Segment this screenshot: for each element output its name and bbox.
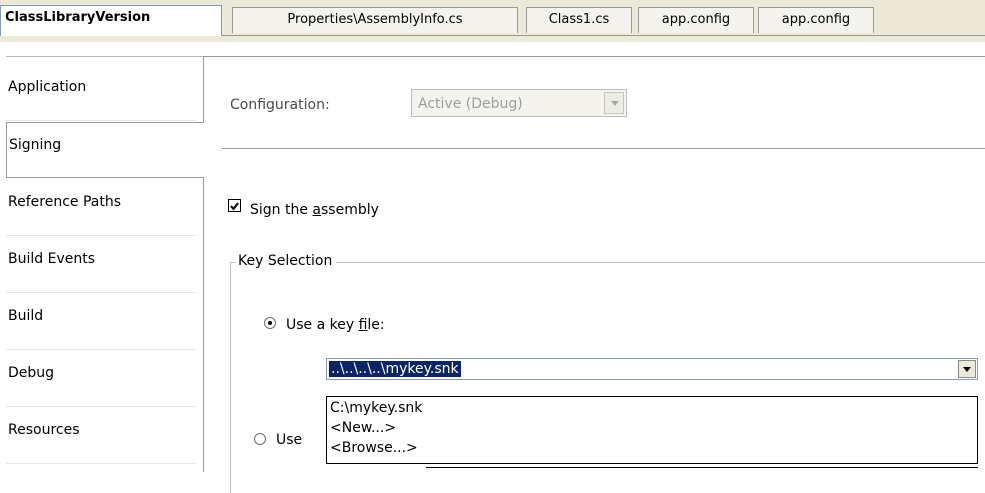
underlying-field-edge — [426, 467, 978, 468]
nav-item-debug[interactable]: Debug — [6, 351, 196, 407]
key-file-combobox[interactable]: ..\..\..\..\mykey.snk — [326, 358, 978, 380]
configuration-dropdown-button[interactable] — [604, 92, 624, 114]
dropdown-option-browse[interactable]: <Browse...> — [330, 439, 418, 457]
sign-assembly-label[interactable]: Sign the assembly — [250, 202, 379, 218]
use-key-file-radio[interactable] — [264, 317, 276, 329]
nav-item-build-events[interactable]: Build Events — [6, 237, 196, 293]
dropdown-option-new[interactable]: <New...> — [330, 419, 396, 437]
key-file-selected-text[interactable]: ..\..\..\..\mykey.snk — [329, 361, 461, 377]
nav-item-resources[interactable]: Resources — [6, 408, 196, 464]
configuration-select[interactable]: Active (Debug) — [411, 89, 627, 117]
chevron-down-icon — [963, 367, 971, 372]
configuration-label: Configuration: — [230, 97, 330, 113]
document-tab-strip: ClassLibraryVersion Properties\AssemblyI… — [0, 0, 985, 42]
nav-item-reference-paths[interactable]: Reference Paths — [6, 180, 196, 236]
key-selection-title: Key Selection — [236, 253, 337, 269]
nav-item-signing[interactable]: Signing — [6, 122, 204, 178]
chevron-down-icon — [611, 101, 619, 106]
tab-assemblyinfo[interactable]: Properties\AssemblyInfo.cs — [232, 7, 518, 33]
sign-assembly-checkbox[interactable] — [228, 199, 241, 212]
nav-top-divider — [6, 56, 203, 57]
use-other-radio[interactable] — [254, 433, 266, 445]
nav-item-build[interactable]: Build — [6, 294, 196, 350]
tab-classlibraryversion[interactable]: ClassLibraryVersion — [0, 5, 222, 36]
sign-assembly-label-suffix: ssembly — [321, 202, 379, 218]
signing-page: Configuration: Active (Debug) Sign the a… — [204, 56, 985, 493]
designer-nav: Application Signing Reference Paths Buil… — [0, 56, 204, 472]
checkmark-icon — [230, 202, 239, 211]
key-file-dropdown-list: C:\mykey.snk <New...> <Browse...> — [326, 396, 978, 464]
tab-app-config-2[interactable]: app.config — [758, 7, 874, 33]
sign-assembly-mnemonic: a — [312, 202, 322, 218]
key-file-dropdown-button[interactable] — [958, 360, 976, 378]
tab-app-config-1[interactable]: app.config — [638, 7, 754, 33]
nav-item-application[interactable]: Application — [6, 65, 196, 121]
header-separator — [222, 148, 985, 149]
dropdown-option-mykey[interactable]: C:\mykey.snk — [330, 399, 422, 417]
project-designer: Application Signing Reference Paths Buil… — [0, 56, 985, 493]
strip-gap — [0, 42, 985, 56]
tab-class1[interactable]: Class1.cs — [526, 7, 632, 33]
use-other-label[interactable]: Use — [276, 432, 302, 448]
use-key-file-label[interactable]: Use a key file: — [286, 317, 385, 333]
use-key-file-suffix: ile: — [367, 317, 385, 333]
use-key-file-prefix: Use a key — [286, 317, 359, 333]
radio-selected-dot — [268, 321, 272, 325]
configuration-value: Active (Debug) — [418, 96, 523, 112]
sign-assembly-label-prefix: Sign the — [250, 202, 313, 218]
